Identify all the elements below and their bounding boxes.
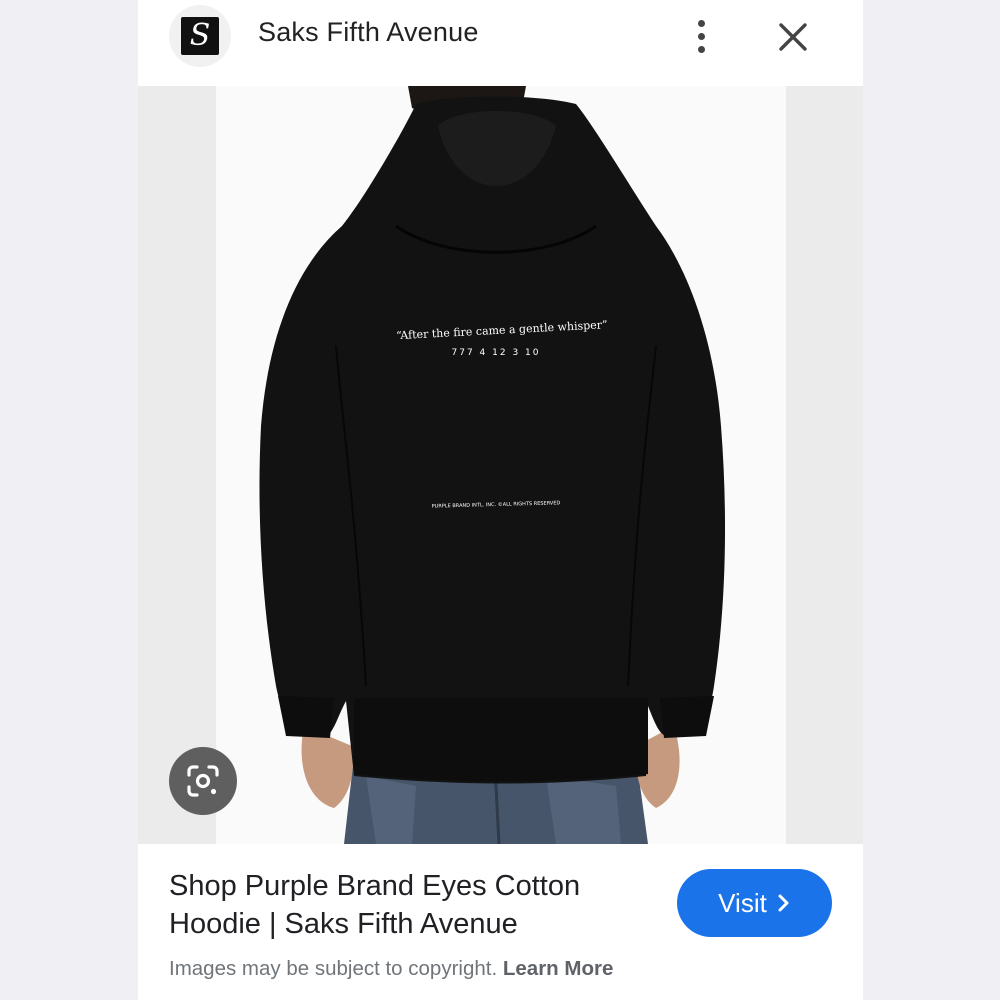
lens-search-button[interactable] (169, 747, 237, 815)
learn-more-link[interactable]: Learn More (503, 957, 614, 980)
site-logo: S (169, 5, 231, 67)
more-vert-icon-dot (697, 32, 705, 40)
result-title[interactable]: Shop Purple Brand Eyes Cotton Hoodie | S… (169, 867, 639, 943)
preview-header: S Saks Fifth Avenue (138, 0, 863, 86)
result-caption: Shop Purple Brand Eyes Cotton Hoodie | S… (138, 844, 863, 1000)
logo-letter: S (189, 18, 211, 53)
close-icon (779, 23, 807, 51)
result-image[interactable]: “After the fire came a gentle whisper” 7… (138, 86, 863, 844)
lens-search-icon (187, 765, 219, 797)
product-photo: “After the fire came a gentle whisper” 7… (216, 86, 786, 844)
close-button[interactable] (774, 18, 812, 56)
hoodie-photo-illustration (259, 86, 726, 844)
more-vert-icon (697, 19, 705, 27)
copyright-notice: Images may be subject to copyright. Lear… (169, 957, 613, 981)
more-vert-icon-dot (697, 45, 705, 53)
image-preview-panel: S Saks Fifth Avenue “After the fire came… (138, 0, 863, 1000)
hoodie-print-numbers: 777 4 12 3 10 (451, 348, 541, 358)
visit-button[interactable]: Visit (677, 869, 832, 937)
copyright-text: Images may be subject to copyright. (169, 957, 498, 980)
visit-label: Visit (718, 887, 767, 918)
more-options-button[interactable] (686, 14, 716, 58)
chevron-right-icon (778, 894, 789, 912)
site-name[interactable]: Saks Fifth Avenue (258, 17, 479, 48)
saks-logo-icon: S (181, 17, 219, 55)
